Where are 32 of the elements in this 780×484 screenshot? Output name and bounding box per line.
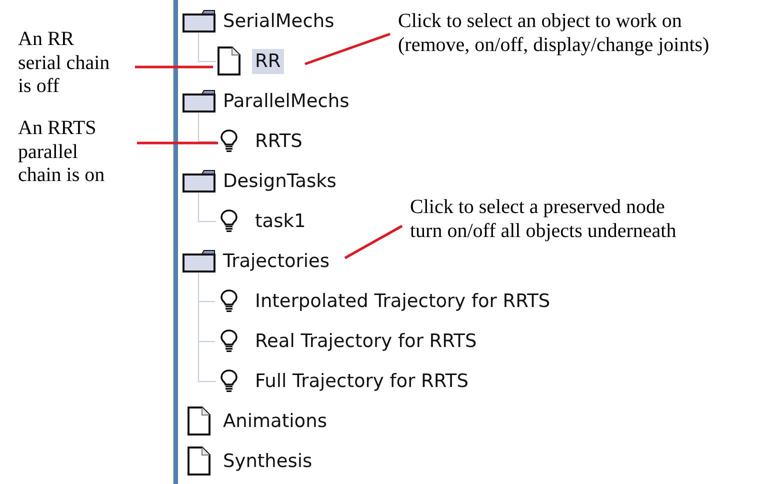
leader-line [344, 224, 403, 260]
tree-item[interactable]: SerialMechs [220, 8, 338, 34]
light-bulb-icon [220, 129, 238, 153]
tree-item[interactable]: RRTS [252, 128, 306, 154]
annotation-text: An RR serial chain is off [18, 28, 110, 98]
document-icon [187, 406, 211, 436]
folder-icon [182, 249, 216, 273]
folder-icon [182, 9, 216, 33]
tree-item[interactable]: Trajectories [220, 248, 333, 274]
tree-item[interactable]: Animations [220, 408, 330, 434]
folder-icon [182, 89, 216, 113]
tree-item[interactable]: Full Trajectory for RRTS [252, 368, 472, 394]
light-bulb-icon [220, 289, 238, 313]
tree-item[interactable]: Interpolated Trajectory for RRTS [252, 288, 554, 314]
tree-line [198, 33, 216, 62]
light-bulb-icon [220, 329, 238, 353]
tree-item[interactable]: RR [252, 48, 284, 74]
annotation-text: Click to select an object to work on (remove, on/off, display/change joints) [398, 10, 710, 57]
annotation-text: An RRTS parallel chain is on [18, 117, 105, 188]
tree-item[interactable]: ParallelMechs [220, 88, 352, 114]
document-icon [187, 446, 211, 476]
folder-icon [182, 169, 216, 193]
tree-item[interactable]: Synthesis [220, 448, 316, 474]
document-icon [217, 46, 241, 76]
tree-line [198, 193, 216, 222]
annotation-text: Click to select a preserved node turn on/off all objects underneath [410, 196, 676, 243]
tree-line [198, 113, 216, 142]
tree-item[interactable]: DesignTasks [220, 168, 340, 194]
tree-item[interactable]: Real Trajectory for RRTS [252, 328, 480, 354]
tree-item[interactable]: task1 [252, 208, 309, 234]
light-bulb-icon [220, 369, 238, 393]
light-bulb-icon [220, 209, 238, 233]
